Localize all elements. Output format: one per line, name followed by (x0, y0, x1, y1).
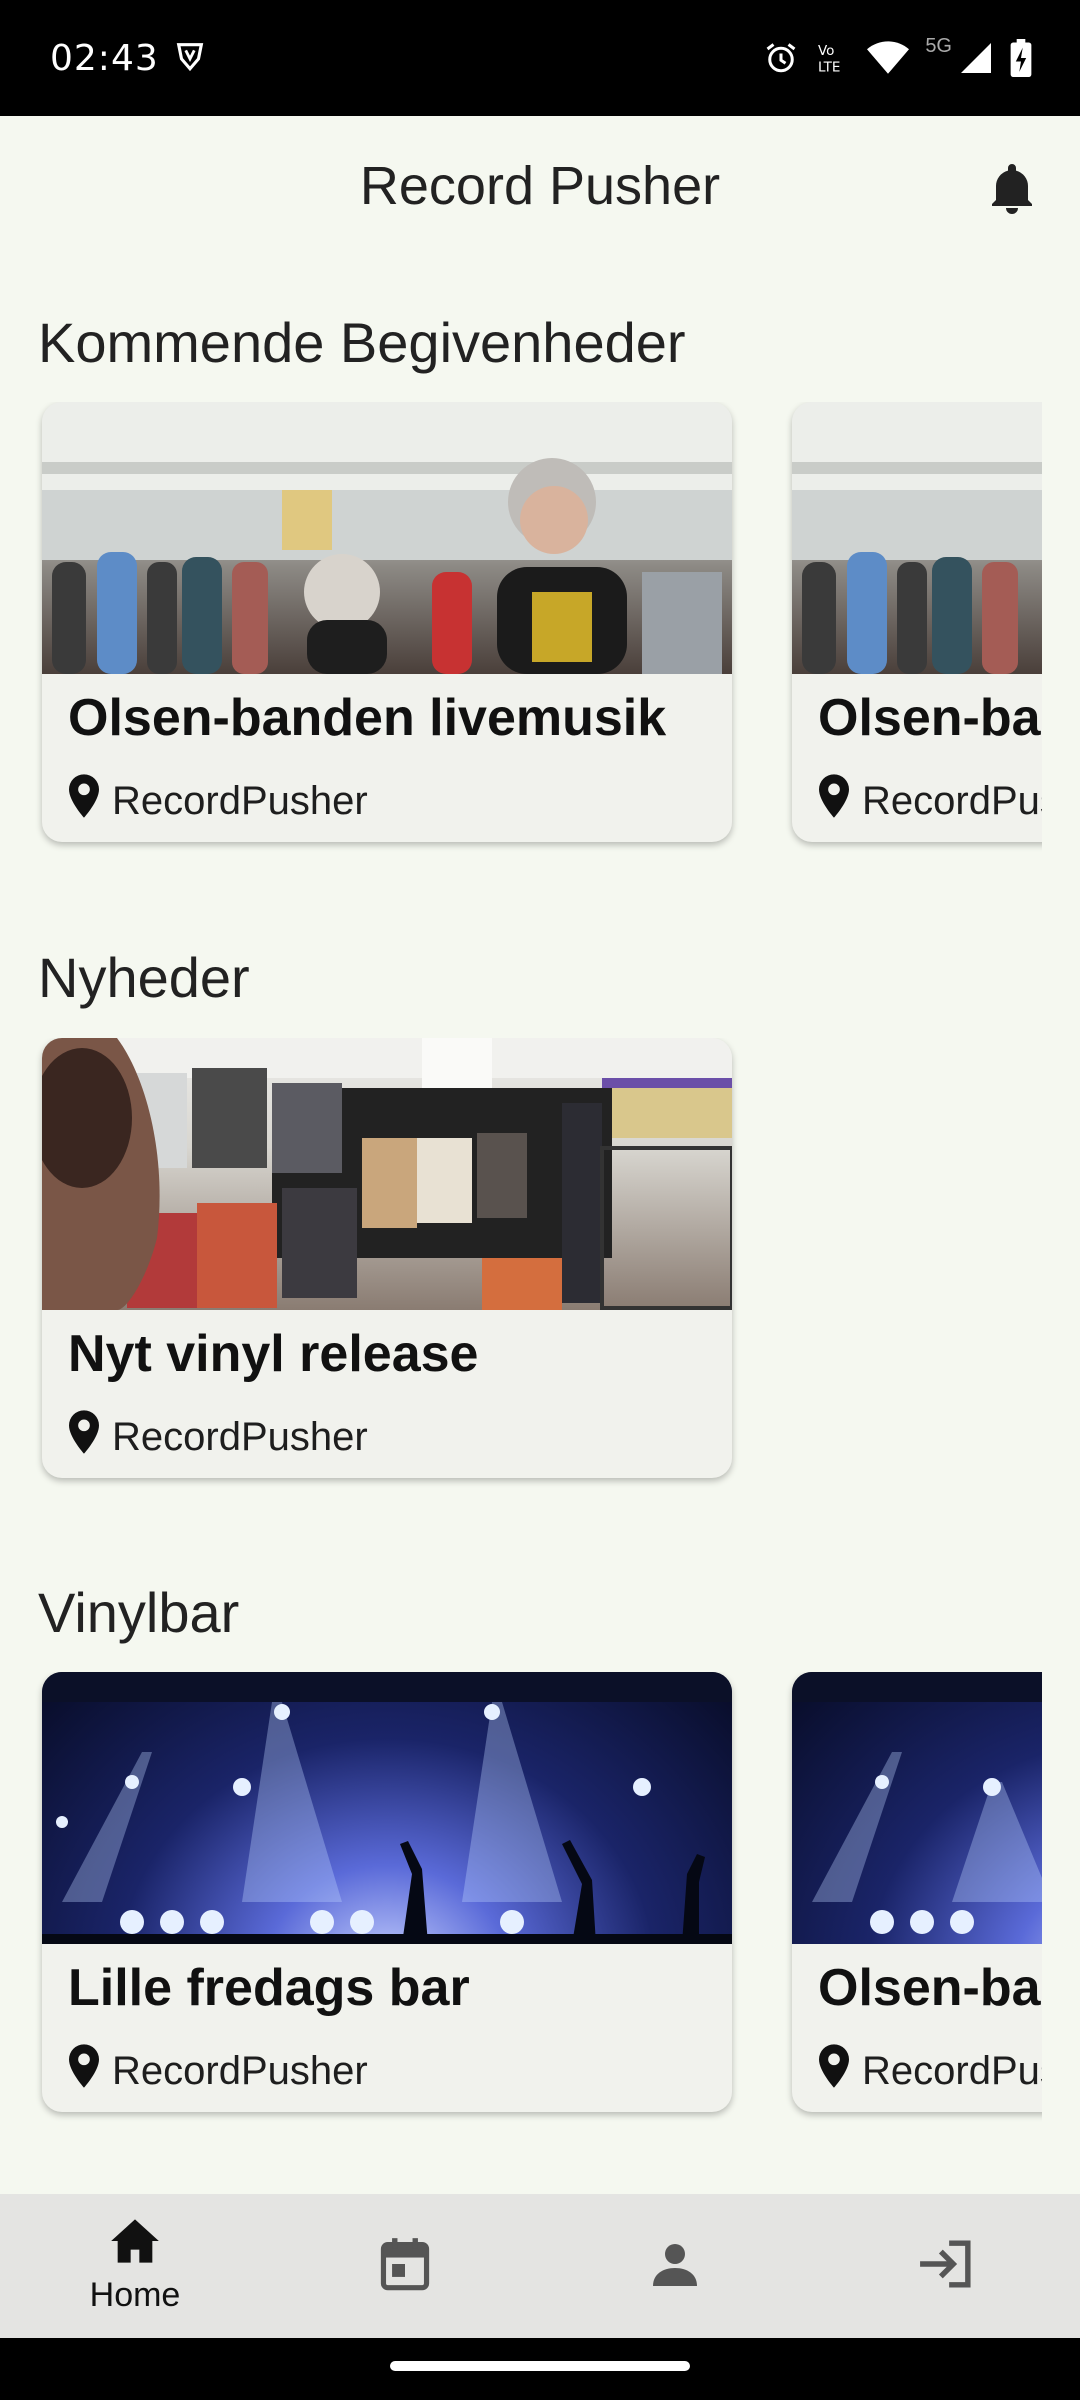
event-location: RecordPusher (64, 772, 368, 830)
upcoming-events-carousel[interactable]: Olsen-banden livemusik RecordPusher Olse… (0, 402, 1042, 862)
event-image (792, 402, 1042, 674)
section-title-vinylbar: Vinylbar (38, 1581, 240, 1644)
nav-profile[interactable] (540, 2194, 810, 2338)
news-location: RecordPusher (64, 1408, 368, 1466)
bar-event-location-label: RecordPusher (862, 2048, 1042, 2093)
event-location: RecordPusher (814, 772, 1042, 830)
nav-login[interactable] (810, 2194, 1080, 2338)
location-pin-icon (814, 2042, 854, 2100)
calendar-icon (379, 2236, 431, 2297)
app-bar: Record Pusher (0, 116, 1080, 256)
section-title-upcoming-events: Kommende Begivenheder (38, 311, 686, 374)
bar-event-image (792, 1672, 1042, 1944)
home-gesture-handle[interactable] (390, 2361, 690, 2371)
bell-icon (988, 163, 1036, 221)
bottom-navigation: Home (0, 2194, 1080, 2338)
news-location-label: RecordPusher (112, 1414, 368, 1459)
event-card[interactable]: Olsen-banden livemusik RecordPusher (792, 402, 1042, 842)
bar-event-card[interactable]: Olsen-banden livemusik RecordPusher (792, 1672, 1042, 2112)
vinylbar-carousel[interactable]: Lille fredags bar RecordPusher Olsen-ba … (0, 1672, 1042, 2132)
news-carousel[interactable]: Nyt vinyl release RecordPusher (0, 1038, 1042, 1498)
bar-event-location: RecordPusher (814, 2042, 1042, 2100)
section-title-news: Nyheder (38, 946, 250, 1009)
nav-home[interactable]: Home (0, 2194, 270, 2338)
location-pin-icon (64, 2042, 104, 2100)
volte-icon: Vo LTE (815, 40, 851, 76)
home-icon (109, 2217, 161, 2270)
login-icon (918, 2239, 972, 2294)
bar-event-title: Lille fredags bar (68, 1959, 470, 2017)
event-location-label: RecordPusher (112, 778, 368, 823)
battery-charging-icon (1010, 39, 1032, 77)
bar-event-location-label: RecordPusher (112, 2048, 368, 2093)
notifications-button[interactable] (980, 160, 1044, 224)
app-title: Record Pusher (359, 156, 721, 216)
svg-text:LTE: LTE (818, 60, 840, 76)
person-icon (651, 2240, 699, 2293)
network-type-label: 5G (925, 34, 952, 57)
nav-calendar[interactable] (270, 2194, 540, 2338)
location-pin-icon (64, 772, 104, 830)
event-card[interactable]: Olsen-banden livemusik RecordPusher (42, 402, 732, 842)
nav-home-label: Home (89, 2276, 181, 2314)
event-image (42, 402, 732, 674)
status-bar: 02:43 Vo LTE 5G (0, 0, 1080, 116)
alarm-icon (763, 40, 799, 76)
event-title: Olsen-banden livemusik (68, 689, 667, 747)
location-pin-icon (64, 1408, 104, 1466)
bar-event-card[interactable]: Lille fredags bar RecordPusher (42, 1672, 732, 2112)
news-image (42, 1038, 732, 1310)
bar-event-title: Olsen-banden livemusik (818, 1959, 1042, 2017)
news-card[interactable]: Nyt vinyl release RecordPusher (42, 1038, 732, 1478)
bar-event-location: RecordPusher (64, 2042, 368, 2100)
signal-icon (958, 40, 994, 76)
event-title: Olsen-banden livemusik (818, 689, 1042, 747)
location-pin-icon (814, 772, 854, 830)
bar-event-image (42, 1672, 732, 1944)
news-title: Nyt vinyl release (68, 1325, 479, 1383)
vpn-shield-icon (173, 39, 207, 78)
svg-text:Vo: Vo (818, 43, 834, 59)
status-time: 02:43 (50, 37, 159, 79)
wifi-icon (867, 40, 910, 76)
event-location-label: RecordPusher (862, 778, 1042, 823)
